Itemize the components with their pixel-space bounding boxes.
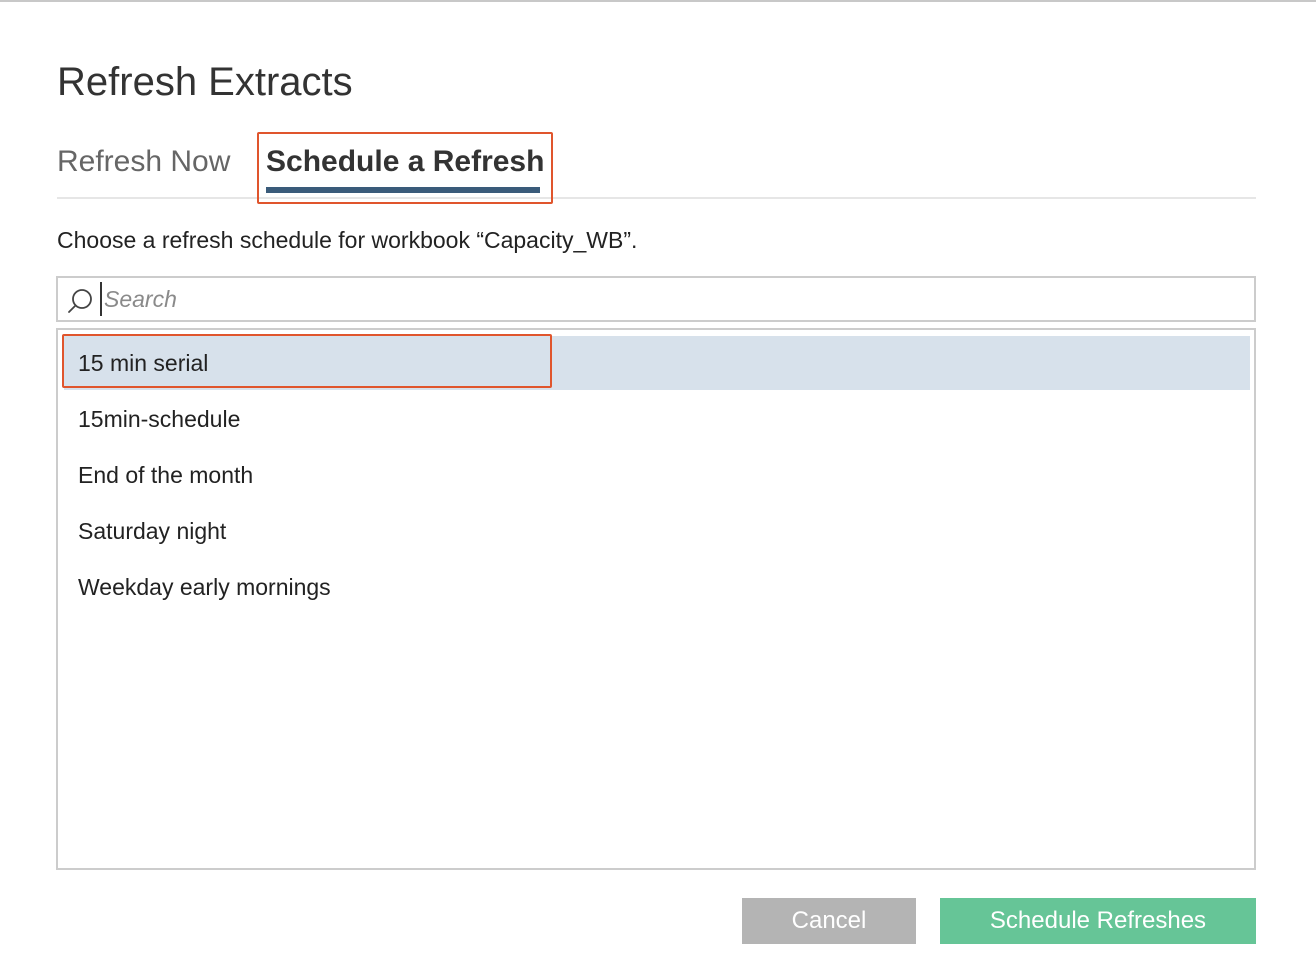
refresh-extracts-dialog: Refresh Extracts Refresh Now Schedule a … — [0, 0, 1316, 962]
schedule-item-saturday-night[interactable]: Saturday night — [64, 504, 1250, 558]
active-tab-indicator — [266, 187, 540, 193]
schedule-list: 15 min serial 15min-schedule End of the … — [56, 328, 1256, 870]
schedule-item-weekday-early-mornings[interactable]: Weekday early mornings — [64, 560, 1250, 614]
search-box — [56, 276, 1256, 322]
dialog-title: Refresh Extracts — [57, 60, 353, 104]
dialog-description: Choose a refresh schedule for workbook “… — [57, 227, 638, 253]
tab-refresh-now[interactable]: Refresh Now — [57, 144, 230, 180]
search-icon — [68, 289, 92, 313]
schedule-item-15min-schedule[interactable]: 15min-schedule — [64, 392, 1250, 446]
tab-schedule-a-refresh[interactable]: Schedule a Refresh — [266, 144, 544, 180]
cancel-button[interactable]: Cancel — [742, 898, 916, 944]
tab-bar: Refresh Now Schedule a Refresh — [57, 132, 1256, 199]
schedule-refreshes-button[interactable]: Schedule Refreshes — [940, 898, 1256, 944]
schedule-item-end-of-the-month[interactable]: End of the month — [64, 448, 1250, 502]
schedule-item-15-min-serial[interactable]: 15 min serial — [64, 336, 1250, 390]
search-input[interactable] — [100, 282, 1244, 316]
